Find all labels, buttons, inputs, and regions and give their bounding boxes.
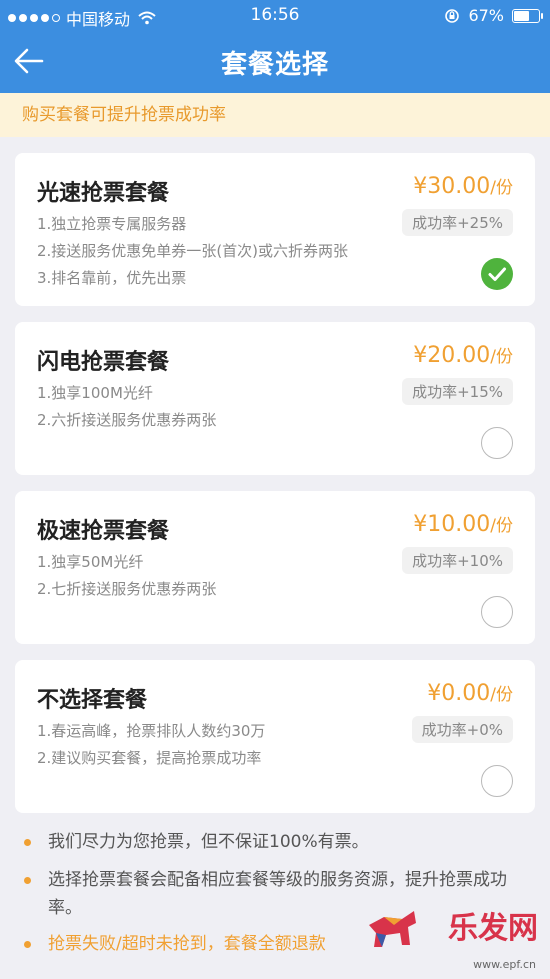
package-feature: 1.独享100M光纤: [37, 384, 153, 402]
radio-button[interactable]: [481, 427, 513, 459]
bullet-icon: [24, 941, 31, 948]
package-price: ¥20.00/份: [413, 343, 513, 368]
success-rate-badge: 成功率+10%: [402, 547, 513, 574]
package-feature: 2.建议购买套餐，提高抢票成功率: [37, 749, 262, 767]
battery-icon: [512, 8, 543, 23]
package-price: ¥0.00/份: [427, 681, 513, 706]
nav-bar: 套餐选择: [0, 30, 550, 93]
package-feature: 2.接送服务优惠免单券一张(首次)或六折券两张: [37, 242, 349, 260]
success-rate-badge: 成功率+15%: [402, 378, 513, 405]
watermark-text: 乐发网: [448, 911, 538, 946]
package-title: 不选择套餐: [37, 688, 148, 713]
success-rate-badge: 成功率+0%: [411, 716, 513, 743]
package-title: 闪电抢票套餐: [37, 350, 170, 375]
package-card-express[interactable]: 极速抢票套餐 1.独享50M光纤 2.七折接送服务优惠券两张 ¥10.00/份 …: [15, 491, 535, 644]
watermark-logo: 乐发网 www.epf.cn: [364, 895, 544, 975]
package-card-lightning[interactable]: 闪电抢票套餐 1.独享100M光纤 2.六折接送服务优惠券两张 ¥20.00/份…: [15, 322, 535, 475]
package-card-lightspeed[interactable]: 光速抢票套餐 1.独立抢票专属服务器 2.接送服务优惠免单券一张(首次)或六折券…: [15, 153, 535, 306]
radio-button[interactable]: [481, 596, 513, 628]
package-feature: 1.独立抢票专属服务器: [37, 215, 187, 233]
package-feature: 3.排名靠前，优先出票: [37, 269, 187, 287]
package-title: 光速抢票套餐: [37, 181, 170, 206]
rotation-lock-icon: [445, 8, 460, 23]
status-bar: 中国移动 16:56 67%: [0, 0, 550, 30]
package-feature: 2.七折接送服务优惠券两张: [37, 580, 217, 598]
package-title: 极速抢票套餐: [37, 519, 170, 544]
watermark-url: www.epf.cn: [473, 958, 536, 971]
package-price: ¥30.00/份: [413, 174, 513, 199]
note-item: 我们尽力为您抢票，但不保证100%有票。: [24, 828, 528, 856]
bullet-icon: [24, 877, 31, 884]
selected-check-icon[interactable]: [481, 258, 513, 290]
page-title: 套餐选择: [220, 50, 329, 80]
battery-percent: 67%: [468, 6, 504, 25]
promo-banner: 购买套餐可提升抢票成功率: [0, 93, 550, 137]
package-feature: 1.春运高峰，抢票排队人数约30万: [37, 722, 266, 740]
package-card-none[interactable]: 不选择套餐 1.春运高峰，抢票排队人数约30万 2.建议购买套餐，提高抢票成功率…: [15, 660, 535, 813]
battery-info: 67%: [444, 6, 543, 25]
top-header: 中国移动 16:56 67% 套餐选择: [0, 0, 550, 93]
package-feature: 2.六折接送服务优惠券两张: [37, 411, 217, 429]
package-feature: 1.独享50M光纤: [37, 553, 144, 571]
radio-button[interactable]: [481, 765, 513, 797]
success-rate-badge: 成功率+25%: [402, 209, 513, 236]
bull-logo-icon: [369, 911, 416, 947]
bullet-icon: [24, 839, 31, 846]
package-price: ¥10.00/份: [413, 512, 513, 537]
